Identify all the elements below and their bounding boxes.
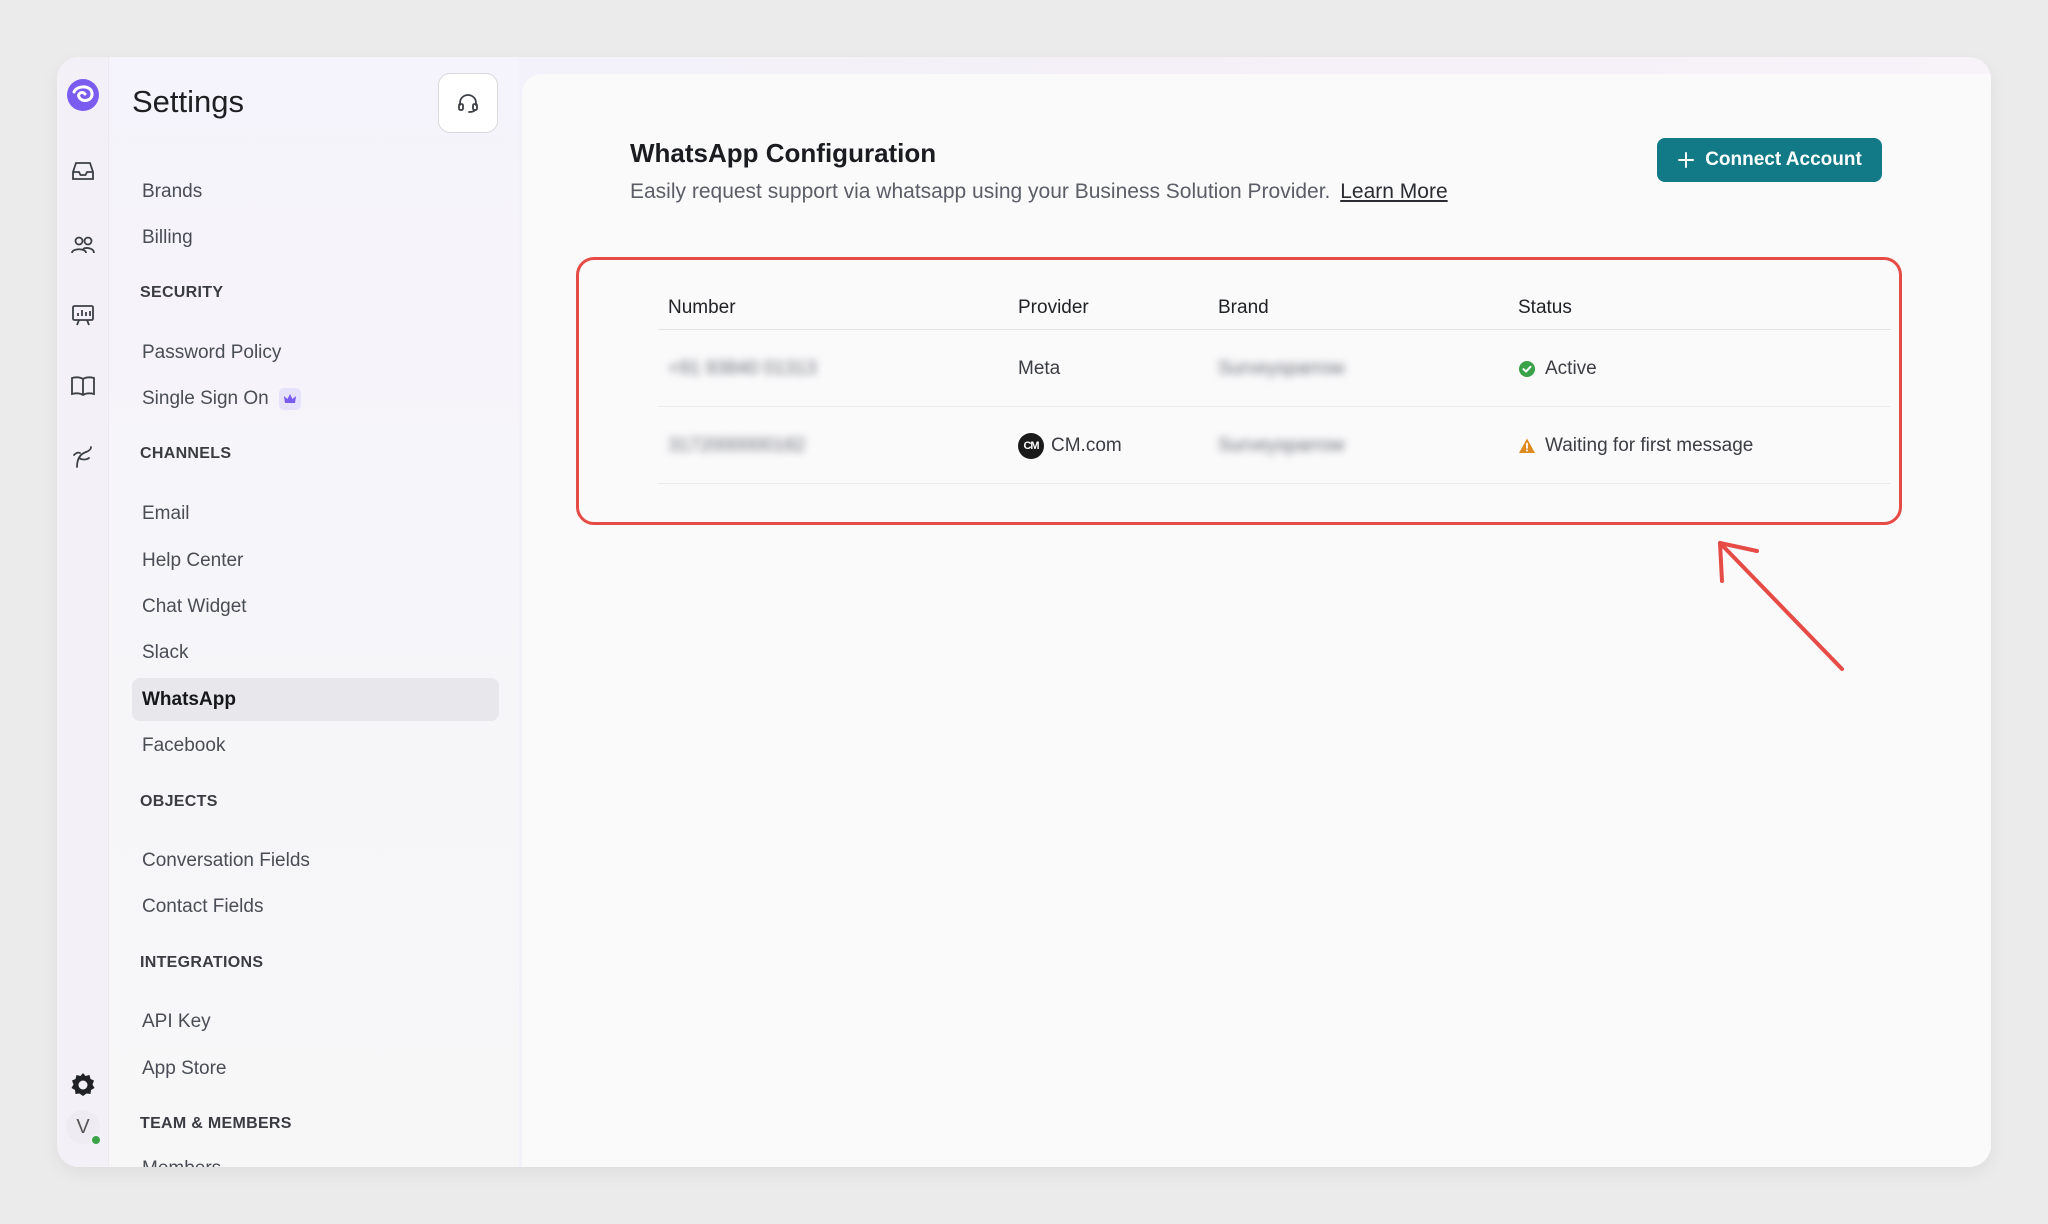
description-text: Easily request support via whatsapp usin… [630, 180, 1331, 203]
avatar[interactable]: V [57, 1105, 109, 1149]
learn-more-link[interactable]: Learn More [1340, 180, 1447, 203]
highlight-box [576, 257, 1902, 525]
connect-account-label: Connect Account [1705, 149, 1862, 170]
premium-crown-icon [278, 387, 301, 410]
app-window: V Settings Brands Billing SECURITY Passw… [57, 57, 1991, 1167]
section-team-members: TEAM & MEMBERS [140, 1115, 292, 1132]
headset-icon [458, 94, 478, 113]
sidebar-item-password-policy[interactable]: Password Policy [132, 331, 499, 374]
icon-rail: V [57, 57, 109, 1167]
connect-account-button[interactable]: Connect Account [1657, 138, 1882, 182]
settings-gear-icon[interactable] [57, 1063, 109, 1107]
main-panel: WhatsApp Configuration Easily request su… [522, 74, 1991, 1167]
sidebar-item-contact-fields[interactable]: Contact Fields [132, 885, 499, 928]
sidebar-item-billing[interactable]: Billing [132, 216, 499, 259]
section-objects: OBJECTS [140, 793, 218, 810]
sidebar-item-facebook[interactable]: Facebook [132, 724, 499, 767]
reports-icon[interactable] [57, 293, 109, 337]
support-button[interactable] [438, 73, 498, 133]
sidebar-item-single-sign-on[interactable]: Single Sign On [132, 377, 499, 420]
annotation-arrow-icon [1718, 541, 1844, 671]
automation-icon[interactable] [57, 435, 109, 479]
avatar-initial: V [76, 1115, 90, 1138]
sidebar-item-label: Single Sign On [142, 387, 269, 409]
online-status-dot [90, 1134, 102, 1146]
settings-sidebar: Settings Brands Billing SECURITY Passwor… [109, 57, 519, 1167]
plus-icon [1678, 152, 1695, 168]
sidebar-item-slack[interactable]: Slack [132, 631, 499, 674]
sidebar-item-chat-widget[interactable]: Chat Widget [132, 585, 499, 628]
knowledge-book-icon[interactable] [57, 364, 109, 408]
sidebar-item-email[interactable]: Email [132, 492, 499, 535]
section-channels: CHANNELS [140, 445, 232, 462]
sidebar-item-api-key[interactable]: API Key [132, 1000, 499, 1043]
sidebar-item-whatsapp[interactable]: WhatsApp [132, 678, 499, 721]
section-security: SECURITY [140, 284, 224, 301]
sidebar-item-help-center[interactable]: Help Center [132, 539, 499, 582]
sidebar-item-members[interactable]: Members [132, 1147, 499, 1168]
sidebar-item-conversation-fields[interactable]: Conversation Fields [132, 839, 499, 882]
sidebar-item-app-store[interactable]: App Store [132, 1047, 499, 1090]
page-title: WhatsApp Configuration [630, 138, 937, 168]
inbox-icon[interactable] [57, 149, 109, 193]
section-integrations: INTEGRATIONS [140, 954, 264, 971]
sidebar-title: Settings [132, 84, 245, 119]
sidebar-item-brands[interactable]: Brands [132, 170, 499, 213]
page-description: Easily request support via whatsapp usin… [630, 180, 1448, 204]
contacts-icon[interactable] [57, 223, 109, 267]
logo-icon[interactable] [57, 73, 109, 117]
